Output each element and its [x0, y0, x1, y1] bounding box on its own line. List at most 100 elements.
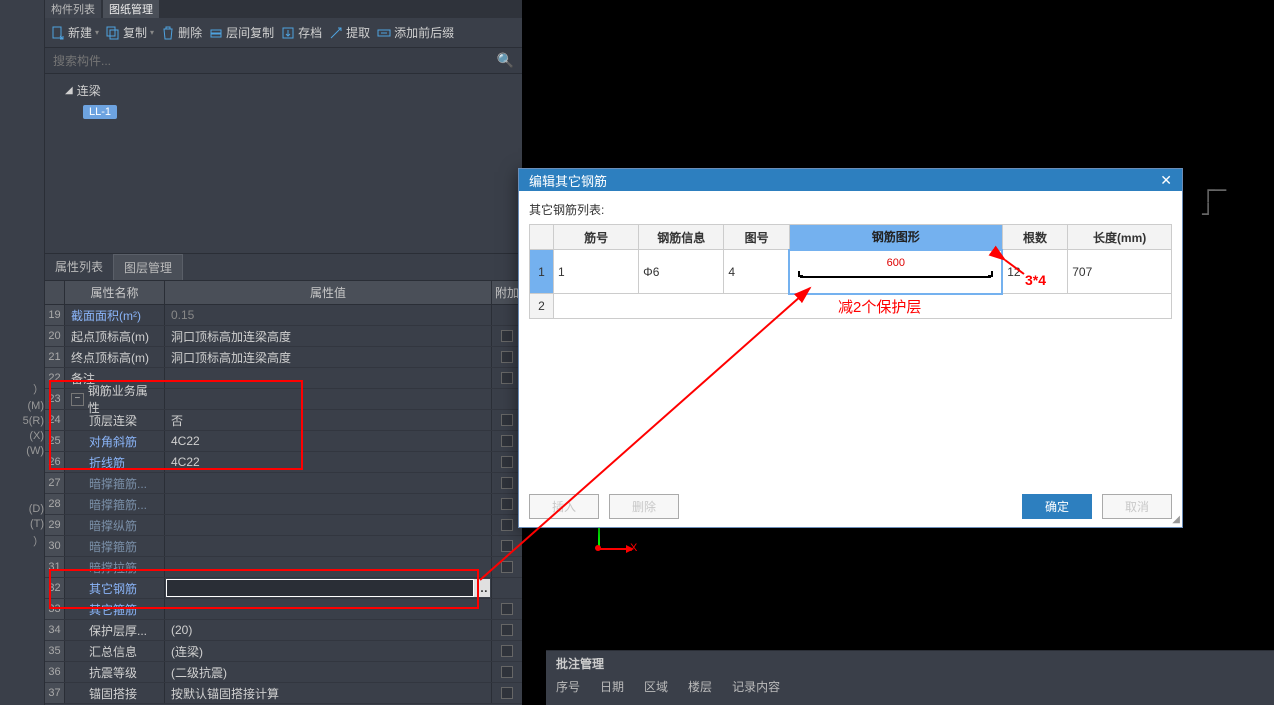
cell-rebar-info[interactable]: Φ6 [639, 250, 724, 294]
row-value[interactable]: 0.15 [165, 305, 492, 325]
checkbox[interactable] [501, 540, 513, 552]
prop-row[interactable]: 26折线筋4C22 [45, 452, 522, 473]
prop-row[interactable]: 32其它钢筋… [45, 578, 522, 599]
copy-button[interactable]: 复制 ▾ [106, 24, 154, 41]
prop-row[interactable]: 23−钢筋业务属性 [45, 389, 522, 410]
prop-row[interactable]: 28暗撑箍筋... [45, 494, 522, 515]
checkbox[interactable] [501, 372, 513, 384]
prop-row[interactable]: 19截面面积(m²)0.15 [45, 305, 522, 326]
search-input[interactable] [53, 54, 497, 68]
row-value[interactable]: 洞口顶标高加连梁高度 [165, 347, 492, 367]
new-button[interactable]: 新建 ▾ [51, 24, 99, 41]
row-head-2[interactable]: 2 [530, 294, 554, 319]
prop-row[interactable]: 27暗撑箍筋... [45, 473, 522, 494]
checkbox[interactable] [501, 561, 513, 573]
checkbox[interactable] [501, 456, 513, 468]
cell-count[interactable]: 12 [1002, 250, 1068, 294]
prop-row[interactable]: 20起点顶标高(m)洞口顶标高加连梁高度 [45, 326, 522, 347]
top-tab-bar: 构件列表 图纸管理 [45, 0, 522, 18]
insert-button[interactable]: 插入 [529, 494, 599, 519]
cell-empty[interactable] [554, 294, 1172, 319]
archive-button[interactable]: 存档 [281, 24, 322, 41]
group-toggle-icon[interactable]: − [71, 393, 84, 406]
checkbox[interactable] [501, 519, 513, 531]
checkbox[interactable] [501, 624, 513, 636]
checkbox[interactable] [501, 414, 513, 426]
prop-row[interactable]: 25对角斜筋4C22 [45, 431, 522, 452]
row-value[interactable]: (二级抗震) [165, 662, 492, 682]
col-rebar-shape: 钢筋图形 [789, 225, 1002, 250]
row-ext [492, 666, 522, 678]
new-icon [51, 26, 65, 40]
layer-copy-button[interactable]: 层间复制 [209, 24, 274, 41]
cell-rebar-id[interactable]: 1 [554, 250, 639, 294]
checkbox[interactable] [501, 645, 513, 657]
cell-shape-id[interactable]: 4 [724, 250, 790, 294]
table-row[interactable]: 2 [530, 294, 1172, 319]
resize-grip-icon[interactable]: ◢ [1172, 514, 1180, 525]
row-name: 对角斜筋 [65, 431, 165, 451]
row-value[interactable] [165, 536, 492, 556]
ellipsis-button[interactable]: … [474, 579, 490, 597]
search-icon[interactable]: 🔍 [497, 52, 514, 69]
archive-icon [281, 26, 295, 40]
cell-rebar-shape[interactable]: 600 [789, 250, 1002, 294]
checkbox[interactable] [501, 351, 513, 363]
row-value[interactable] [165, 368, 492, 388]
prop-row[interactable]: 24顶层连梁否 [45, 410, 522, 431]
tree-area: ◢ 连梁 LL-1 [45, 74, 522, 254]
row-value[interactable]: 4C22 [165, 431, 492, 451]
row-name: 保护层厚... [65, 620, 165, 640]
rebar-table: 筋号 钢筋信息 图号 钢筋图形 根数 长度(mm) 1 1 Φ6 4 600 [529, 224, 1172, 319]
ok-button[interactable]: 确定 [1022, 494, 1092, 519]
shape-hook-right [988, 271, 993, 277]
annotation-columns: 序号 日期 区域 楼层 记录内容 [556, 678, 1264, 695]
delete-button[interactable]: 删除 [161, 24, 202, 41]
row-value[interactable]: 按默认锚固搭接计算 [165, 683, 492, 703]
row-value[interactable]: 否 [165, 410, 492, 430]
col-shape-id: 图号 [724, 225, 790, 250]
checkbox[interactable] [501, 498, 513, 510]
prop-row[interactable]: 21终点顶标高(m)洞口顶标高加连梁高度 [45, 347, 522, 368]
tab-layer-mgmt[interactable]: 图层管理 [113, 254, 183, 280]
prop-row[interactable]: 30暗撑箍筋 [45, 536, 522, 557]
prop-row[interactable]: 34保护层厚...(20) [45, 620, 522, 641]
row-value[interactable] [165, 557, 492, 577]
row-head-1[interactable]: 1 [530, 250, 554, 294]
checkbox[interactable] [501, 603, 513, 615]
tab-component-list[interactable]: 构件列表 [45, 0, 101, 18]
row-value[interactable]: (20) [165, 620, 492, 640]
prop-row[interactable]: 37锚固搭接按默认锚固搭接计算 [45, 683, 522, 704]
close-icon[interactable]: ✕ [1160, 172, 1172, 189]
extract-button[interactable]: 提取 [329, 24, 370, 41]
table-row[interactable]: 1 1 Φ6 4 600 12 707 [530, 250, 1172, 294]
checkbox[interactable] [501, 435, 513, 447]
delete-button[interactable]: 删除 [609, 494, 679, 519]
tree-parent[interactable]: ◢ 连梁 [65, 80, 522, 101]
dialog-titlebar[interactable]: 编辑其它钢筋 ✕ [519, 169, 1182, 191]
add-suffix-button[interactable]: 添加前后缀 [377, 24, 454, 41]
checkbox[interactable] [501, 687, 513, 699]
checkbox[interactable] [501, 666, 513, 678]
row-value[interactable] [165, 515, 492, 535]
checkbox[interactable] [501, 477, 513, 489]
row-value[interactable]: (连梁) [165, 641, 492, 661]
row-value[interactable]: 洞口顶标高加连梁高度 [165, 326, 492, 346]
prop-row[interactable]: 33其它箍筋 [45, 599, 522, 620]
row-value[interactable] [165, 599, 492, 619]
prop-row[interactable]: 29暗撑纵筋 [45, 515, 522, 536]
prop-row[interactable]: 35汇总信息(连梁) [45, 641, 522, 662]
tab-drawing-mgmt[interactable]: 图纸管理 [103, 0, 159, 18]
other-rebar-input[interactable] [166, 579, 474, 597]
tree-child[interactable]: LL-1 [83, 104, 522, 118]
tab-prop-list[interactable]: 属性列表 [45, 254, 113, 280]
row-value[interactable] [165, 494, 492, 514]
prop-row[interactable]: 36抗震等级(二级抗震) [45, 662, 522, 683]
prop-row[interactable]: 31暗撑拉筋 [45, 557, 522, 578]
cancel-button[interactable]: 取消 [1102, 494, 1172, 519]
checkbox[interactable] [501, 330, 513, 342]
row-value[interactable] [165, 473, 492, 493]
dialog-list-label: 其它钢筋列表: [529, 201, 1172, 218]
row-value[interactable]: 4C22 [165, 452, 492, 472]
cell-length[interactable]: 707 [1068, 250, 1172, 294]
